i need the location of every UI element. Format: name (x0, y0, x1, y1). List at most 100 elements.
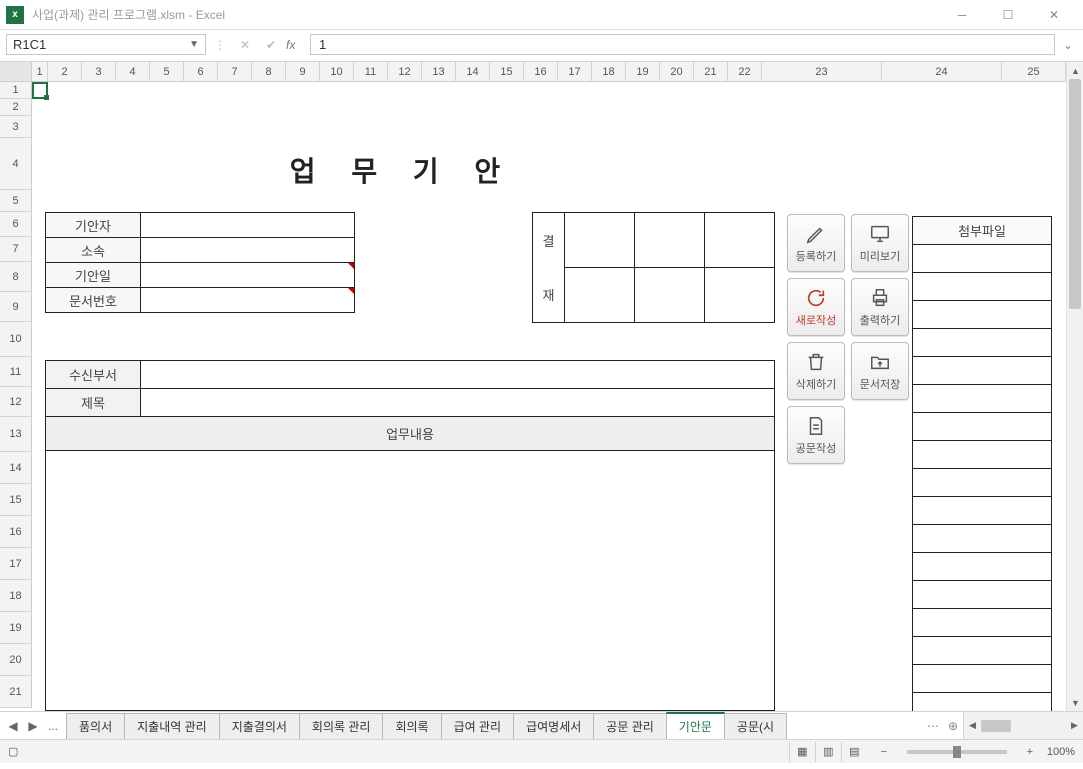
row-header[interactable]: 19 (0, 612, 31, 644)
attach-cell[interactable] (913, 497, 1052, 525)
col-header[interactable]: 18 (592, 62, 626, 81)
col-header[interactable]: 21 (694, 62, 728, 81)
sheet-tab[interactable]: 품의서 (66, 713, 125, 739)
sheet-tab[interactable]: 공문(시 (724, 713, 787, 739)
col-header[interactable]: 23 (762, 62, 882, 81)
row-header[interactable]: 6 (0, 212, 31, 237)
col-header[interactable]: 10 (320, 62, 354, 81)
tab-more-icon[interactable]: ... (44, 716, 62, 736)
attach-cell[interactable] (913, 665, 1052, 693)
scroll-left-icon[interactable]: ◀ (964, 717, 981, 734)
name-box-dropdown-icon[interactable]: ▼ (189, 39, 199, 50)
formula-input[interactable]: 1 (310, 34, 1055, 55)
row-header[interactable]: 4 (0, 138, 31, 190)
vertical-scrollbar[interactable]: ▲ ▼ (1066, 62, 1083, 711)
col-header[interactable]: 7 (218, 62, 252, 81)
save-button[interactable]: 문서저장 (851, 342, 909, 400)
info-value-date[interactable] (141, 263, 355, 288)
attach-cell[interactable] (913, 329, 1052, 357)
approval-cell[interactable] (635, 213, 705, 268)
macro-record-icon[interactable]: ▢ (8, 745, 18, 758)
col-header[interactable]: 22 (728, 62, 762, 81)
mid-value-recipient[interactable] (141, 361, 775, 389)
info-value-docno[interactable] (141, 288, 355, 313)
sheet-tab[interactable]: 공문 관리 (593, 713, 667, 739)
new-button[interactable]: 새로작성 (787, 278, 845, 336)
normal-view-icon[interactable]: ▦ (789, 742, 815, 762)
print-button[interactable]: 출력하기 (851, 278, 909, 336)
page-break-view-icon[interactable]: ▤ (841, 742, 867, 762)
formula-expand-icon[interactable]: ⌄ (1059, 34, 1077, 55)
zoom-value[interactable]: 100% (1047, 746, 1075, 758)
row-header[interactable]: 14 (0, 452, 31, 484)
col-header[interactable]: 25 (1002, 62, 1066, 81)
sheet-tab[interactable]: 급여명세서 (513, 713, 594, 739)
preview-button[interactable]: 미리보기 (851, 214, 909, 272)
row-header[interactable]: 11 (0, 357, 31, 387)
row-header[interactable]: 3 (0, 116, 31, 138)
col-header[interactable]: 4 (116, 62, 150, 81)
col-header[interactable]: 1 (32, 62, 48, 81)
col-header[interactable]: 20 (660, 62, 694, 81)
approval-cell[interactable] (565, 213, 635, 268)
attach-cell[interactable] (913, 637, 1052, 665)
row-header[interactable]: 21 (0, 676, 31, 708)
col-header[interactable]: 3 (82, 62, 116, 81)
col-header[interactable]: 13 (422, 62, 456, 81)
attach-cell[interactable] (913, 553, 1052, 581)
row-header[interactable]: 17 (0, 548, 31, 580)
tab-next-icon[interactable]: ▶ (24, 716, 42, 736)
zoom-out-icon[interactable]: − (877, 746, 891, 758)
col-header[interactable]: 8 (252, 62, 286, 81)
col-header[interactable]: 5 (150, 62, 184, 81)
sheet-tab[interactable]: 회의록 관리 (299, 713, 384, 739)
col-header[interactable]: 15 (490, 62, 524, 81)
scroll-up-icon[interactable]: ▲ (1067, 62, 1083, 79)
sheet-tab[interactable]: 지출결의서 (219, 713, 300, 739)
content-body[interactable] (46, 451, 775, 711)
accept-formula-icon[interactable]: ✔ (260, 34, 282, 55)
sheet-canvas[interactable]: 업 무 기 안 기안자 소속 기안일 문서번호 결 재 수신부서 제목 (32, 82, 1066, 711)
draft-button[interactable]: 공문작성 (787, 406, 845, 464)
attach-cell[interactable] (913, 385, 1052, 413)
row-header[interactable]: 9 (0, 292, 31, 322)
col-header[interactable]: 19 (626, 62, 660, 81)
attach-cell[interactable] (913, 469, 1052, 497)
row-header[interactable]: 12 (0, 387, 31, 417)
tab-prev-icon[interactable]: ◀ (4, 716, 22, 736)
col-header[interactable]: 9 (286, 62, 320, 81)
col-header[interactable]: 6 (184, 62, 218, 81)
minimize-button[interactable]: ─ (939, 1, 985, 29)
scroll-down-icon[interactable]: ▼ (1067, 694, 1083, 711)
attach-cell[interactable] (913, 357, 1052, 385)
info-value-drafter[interactable] (141, 213, 355, 238)
approval-cell[interactable] (705, 213, 775, 268)
attach-cell[interactable] (913, 413, 1052, 441)
row-header[interactable]: 15 (0, 484, 31, 516)
attach-cell[interactable] (913, 245, 1052, 273)
col-header[interactable]: 12 (388, 62, 422, 81)
attach-cell[interactable] (913, 273, 1052, 301)
fx-label[interactable]: fx (286, 34, 306, 55)
scroll-thumb[interactable] (1069, 79, 1081, 309)
col-header[interactable]: 17 (558, 62, 592, 81)
row-header[interactable]: 7 (0, 237, 31, 262)
sheet-tab[interactable]: 지출내역 관리 (124, 713, 220, 739)
row-header[interactable]: 16 (0, 516, 31, 548)
info-value-dept[interactable] (141, 238, 355, 263)
sheet-tab[interactable]: 급여 관리 (441, 713, 515, 739)
maximize-button[interactable]: ☐ (985, 1, 1031, 29)
row-header[interactable]: 8 (0, 262, 31, 292)
sheet-tab[interactable]: 회의록 (382, 713, 441, 739)
approval-cell[interactable] (565, 268, 635, 323)
attach-cell[interactable] (913, 525, 1052, 553)
new-sheet-icon[interactable]: ⊕ (943, 712, 963, 739)
register-button[interactable]: 등록하기 (787, 214, 845, 272)
hscroll-thumb[interactable] (981, 720, 1011, 732)
col-header[interactable]: 2 (48, 62, 82, 81)
approval-cell[interactable] (635, 268, 705, 323)
hscroll-track[interactable] (981, 719, 1066, 733)
horizontal-scrollbar[interactable]: ◀ ▶ (963, 712, 1083, 739)
active-cell[interactable] (32, 82, 48, 99)
attach-cell[interactable] (913, 441, 1052, 469)
